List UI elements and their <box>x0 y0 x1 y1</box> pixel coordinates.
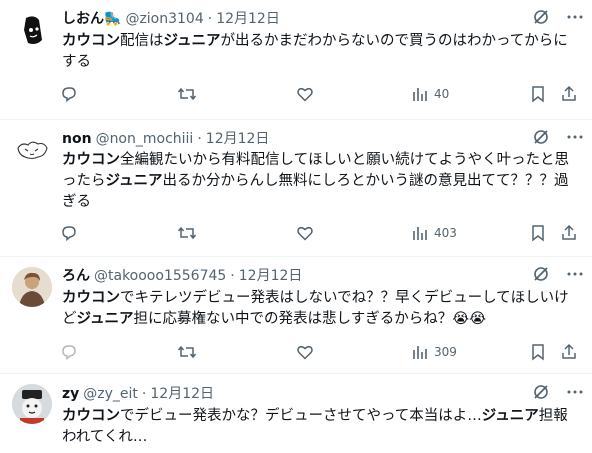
user-handle[interactable]: @takoooo1556745 <box>94 266 226 286</box>
user-handle[interactable]: @zion3104 <box>125 9 203 29</box>
bookmark-icon <box>530 85 546 103</box>
tweet-header: zy @zy_eit · 12月12日 <box>62 384 214 404</box>
more-icon[interactable] <box>566 265 584 287</box>
tweet[interactable]: しおん🛼 @zion3104 · 12月12日 カウコン配信はジュニアが出るかま… <box>0 0 592 120</box>
display-name[interactable]: non <box>62 129 92 149</box>
grok-icon[interactable] <box>532 383 550 405</box>
separator: · <box>141 386 147 402</box>
grok-icon[interactable] <box>532 8 550 30</box>
reply-button[interactable] <box>60 221 78 245</box>
like-icon <box>296 224 314 242</box>
retweet-icon <box>177 85 197 103</box>
tweet-date[interactable]: 12月12日 <box>239 266 303 286</box>
retweet-button[interactable] <box>177 221 197 245</box>
retweet-button[interactable] <box>177 340 197 364</box>
avatar[interactable] <box>12 10 52 50</box>
tweet-date[interactable]: 12月12日 <box>206 129 270 149</box>
bookmark-button[interactable] <box>530 340 546 364</box>
highlighted-keyword: ジュニア <box>76 311 134 327</box>
tweet[interactable]: non @non_mochiii · 12月12日 カウコン全編観たいから有料配… <box>0 120 592 257</box>
tweet-date[interactable]: 12月12日 <box>216 9 280 29</box>
display-name[interactable]: しおん🛼 <box>62 9 121 29</box>
text-segment: でデビュー発表かな？デビューさせてやって本当はよ… <box>120 408 482 424</box>
tweet-text: カウコン配信はジュニアが出るかまだわからないので買うのはわかってからにする <box>62 31 580 73</box>
views-button[interactable]: 309 <box>412 340 457 364</box>
views-icon <box>412 225 428 241</box>
text-segment: 配信は <box>120 33 164 49</box>
tweet-text: カウコンでデビュー発表かな？デビューさせてやって本当はよ…ジュニア担報われてくれ… <box>62 406 580 448</box>
grok-icon[interactable] <box>532 265 550 287</box>
highlighted-keyword: ジュニア <box>163 33 221 49</box>
user-handle[interactable]: @non_mochiii <box>96 129 194 149</box>
action-bar: 309 <box>56 340 584 364</box>
reply-icon <box>60 85 78 103</box>
tweet[interactable]: zy @zy_eit · 12月12日 カウコンでデビュー発表かな？デビューさせ… <box>0 374 592 453</box>
like-button[interactable] <box>296 82 314 106</box>
like-icon <box>296 343 314 361</box>
retweet-button[interactable] <box>177 82 197 106</box>
separator: · <box>230 268 235 284</box>
bookmark-button[interactable] <box>530 82 546 106</box>
display-name[interactable]: ろん <box>62 266 90 286</box>
highlighted-keyword: ジュニア <box>481 408 539 424</box>
action-bar: 40 <box>56 82 584 106</box>
header-icons <box>532 9 584 29</box>
reply-icon <box>60 343 78 361</box>
grok-icon[interactable] <box>532 128 550 150</box>
views-count: 309 <box>434 345 457 359</box>
highlighted-keyword: カウコン <box>62 33 120 49</box>
bookmark-icon <box>530 224 546 242</box>
reply-button[interactable] <box>60 340 78 364</box>
retweet-icon <box>177 343 197 361</box>
views-button[interactable]: 403 <box>412 221 457 245</box>
highlighted-keyword: ジュニア <box>105 173 163 189</box>
timeline: しおん🛼 @zion3104 · 12月12日 カウコン配信はジュニアが出るかま… <box>0 0 592 453</box>
user-handle[interactable]: @zy_eit <box>83 384 138 404</box>
display-name[interactable]: zy <box>62 384 79 404</box>
share-button[interactable] <box>560 82 578 106</box>
separator: · <box>207 11 213 27</box>
avatar[interactable] <box>12 384 52 424</box>
more-icon[interactable] <box>566 383 584 405</box>
views-count: 40 <box>434 87 450 101</box>
like-icon <box>296 85 314 103</box>
text-segment: 😭😭 <box>452 311 487 327</box>
tweet-header: non @non_mochiii · 12月12日 <box>62 129 269 149</box>
more-icon[interactable] <box>566 128 584 150</box>
like-button[interactable] <box>296 221 314 245</box>
share-icon <box>560 343 578 361</box>
bookmark-icon <box>530 343 546 361</box>
views-icon <box>412 86 428 102</box>
share-icon <box>560 224 578 242</box>
tweet-text: カウコン全編観たいから有料配信してほしいと願い続けてようやく叶ったと思ったらジュ… <box>62 150 580 213</box>
share-icon <box>560 85 578 103</box>
reply-button[interactable] <box>60 82 78 106</box>
like-button[interactable] <box>296 340 314 364</box>
separator: · <box>197 131 202 147</box>
share-button[interactable] <box>560 221 578 245</box>
bookmark-button[interactable] <box>530 221 546 245</box>
highlighted-keyword: カウコン <box>62 152 120 168</box>
share-button[interactable] <box>560 340 578 364</box>
header-icons <box>532 384 584 404</box>
tweet-header: ろん @takoooo1556745 · 12月12日 <box>62 266 302 286</box>
action-bar: 403 <box>56 221 584 245</box>
views-icon <box>412 344 428 360</box>
tweet-date[interactable]: 12月12日 <box>150 384 214 404</box>
retweet-icon <box>177 224 197 242</box>
text-segment: 担に応募権ない中での発表は悲しすぎるからね？ <box>133 311 453 327</box>
tweet[interactable]: ろん @takoooo1556745 · 12月12日 カウコンでキテレツデビュ… <box>0 257 592 374</box>
reply-icon <box>60 224 78 242</box>
highlighted-keyword: カウコン <box>62 408 120 424</box>
avatar[interactable] <box>12 130 52 170</box>
more-icon[interactable] <box>566 8 584 30</box>
views-button[interactable]: 40 <box>412 82 449 106</box>
tweet-text: カウコンでキテレツデビュー発表はしないでね？？早くデビューしてほしいけどジュニア… <box>62 288 580 330</box>
header-icons <box>532 266 584 286</box>
views-count: 403 <box>434 226 457 240</box>
avatar[interactable] <box>12 267 52 307</box>
highlighted-keyword: カウコン <box>62 290 120 306</box>
tweet-header: しおん🛼 @zion3104 · 12月12日 <box>62 9 280 29</box>
header-icons <box>532 129 584 149</box>
